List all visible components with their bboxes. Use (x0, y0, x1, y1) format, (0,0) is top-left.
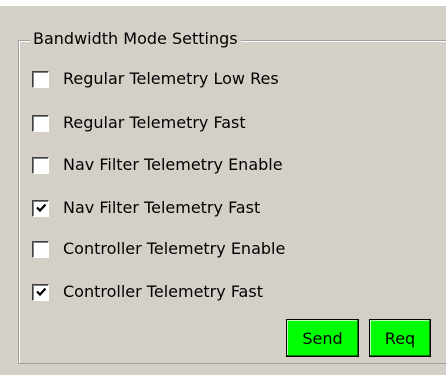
option-nav-filter-telemetry-fast[interactable]: Nav Filter Telemetry Fast (32, 197, 260, 219)
check-icon (36, 203, 46, 212)
checkbox-label: Controller Telemetry Fast (63, 282, 263, 301)
checkbox-nav-filter-telemetry-enable[interactable] (32, 156, 49, 174)
checkbox-label: Regular Telemetry Low Res (63, 69, 279, 88)
checkbox-label: Nav Filter Telemetry Fast (63, 198, 261, 217)
req-button[interactable]: Req (369, 319, 431, 357)
checkbox-nav-filter-telemetry-fast[interactable] (32, 199, 49, 217)
check-icon (36, 287, 46, 296)
checkbox-regular-telemetry-fast[interactable] (32, 114, 49, 132)
option-nav-filter-telemetry-enable[interactable]: Nav Filter Telemetry Enable (32, 154, 283, 176)
option-controller-telemetry-fast[interactable]: Controller Telemetry Fast (32, 281, 263, 303)
groupbox-title: Bandwidth Mode Settings (30, 29, 241, 49)
send-button[interactable]: Send (286, 319, 359, 357)
option-regular-telemetry-fast[interactable]: Regular Telemetry Fast (32, 112, 246, 134)
option-regular-telemetry-low-res[interactable]: Regular Telemetry Low Res (32, 68, 279, 90)
checkbox-label: Controller Telemetry Enable (63, 239, 286, 258)
checkbox-label: Nav Filter Telemetry Enable (63, 155, 283, 174)
option-controller-telemetry-enable[interactable]: Controller Telemetry Enable (32, 238, 285, 260)
checkbox-controller-telemetry-enable[interactable] (32, 240, 49, 258)
checkbox-regular-telemetry-low-res[interactable] (32, 70, 49, 88)
checkbox-controller-telemetry-fast[interactable] (32, 283, 49, 301)
checkbox-label: Regular Telemetry Fast (63, 113, 246, 132)
